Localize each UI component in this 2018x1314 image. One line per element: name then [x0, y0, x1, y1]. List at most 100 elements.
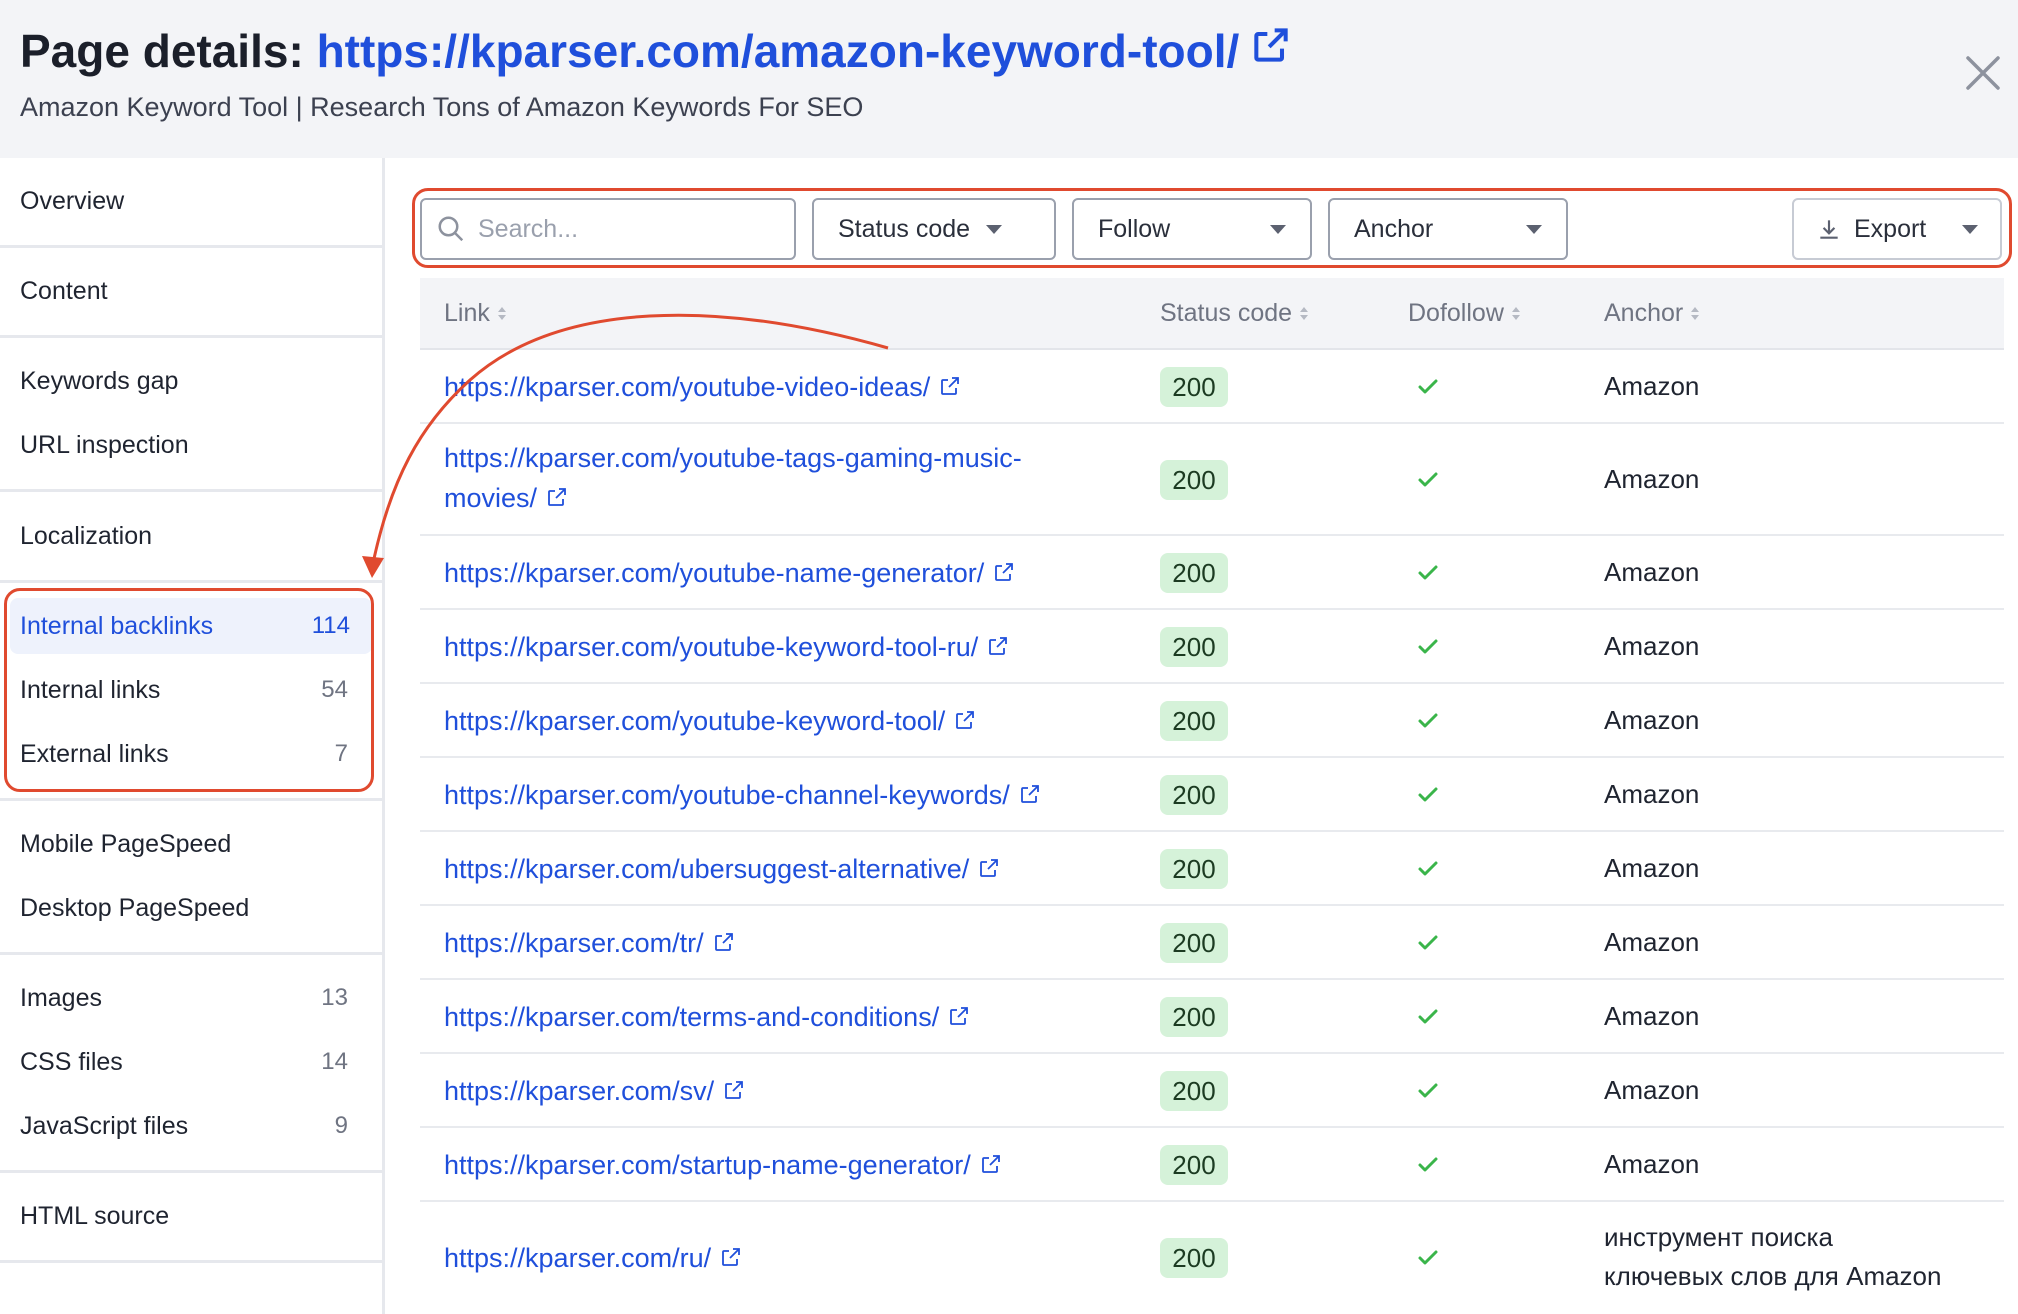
- row-link-text[interactable]: https://kparser.com/youtube-tags-gaming-…: [444, 443, 1022, 473]
- sidebar-item-javascript-files[interactable]: JavaScript files 9: [0, 1098, 382, 1154]
- anchor-text: Amazon: [1604, 705, 1700, 735]
- sidebar-item-localization[interactable]: Localization: [0, 508, 382, 564]
- sidebar-divider: [0, 489, 382, 492]
- sidebar-item-content[interactable]: Content: [0, 263, 382, 319]
- anchor-text: Amazon: [1604, 1075, 1700, 1105]
- row-link-text[interactable]: https://kparser.com/terms-and-conditions…: [444, 1002, 939, 1032]
- row-link-text[interactable]: https://kparser.com/youtube-name-generat…: [444, 558, 984, 588]
- sidebar-item-keywords-gap[interactable]: Keywords gap: [0, 353, 382, 409]
- external-link-icon[interactable]: [953, 703, 977, 743]
- row-link[interactable]: https://kparser.com/startup-name-generat…: [444, 1145, 1003, 1187]
- close-button[interactable]: [1962, 52, 2004, 94]
- table-row: https://kparser.com/startup-name-generat…: [420, 1128, 2004, 1202]
- sidebar-item-html-source[interactable]: HTML source: [0, 1188, 382, 1244]
- row-link-text[interactable]: https://kparser.com/youtube-keyword-tool…: [444, 632, 978, 662]
- sidebar-divider: [0, 245, 382, 248]
- table-row: https://kparser.com/youtube-channel-keyw…: [420, 758, 2004, 832]
- external-link-icon[interactable]: [719, 1240, 743, 1280]
- row-link-text[interactable]: https://kparser.com/ubersuggest-alternat…: [444, 854, 969, 884]
- sidebar-divider: [0, 335, 382, 338]
- sidebar-highlight-frame: [4, 588, 374, 792]
- row-link[interactable]: https://kparser.com/tr/: [444, 923, 736, 965]
- sidebar-item-label: URL inspection: [20, 430, 189, 459]
- row-link[interactable]: https://kparser.com/youtube-tags-gaming-…: [444, 438, 1022, 520]
- page-subtitle: Amazon Keyword Tool | Research Tons of A…: [20, 92, 864, 122]
- sidebar-divider: [0, 580, 382, 583]
- page-title-prefix: Page details:: [20, 25, 304, 77]
- status-badge: 200: [1160, 701, 1228, 741]
- anchor-text-line: ключевых слов для Amazon: [1604, 1261, 1942, 1291]
- row-link[interactable]: https://kparser.com/ubersuggest-alternat…: [444, 849, 1001, 891]
- external-link-icon[interactable]: [992, 555, 1016, 595]
- sidebar-item-desktop-pagespeed[interactable]: Desktop PageSpeed: [0, 880, 382, 936]
- check-icon: [1418, 639, 1438, 654]
- sidebar-item-label: Desktop PageSpeed: [20, 893, 250, 922]
- check-icon: [1418, 565, 1438, 580]
- row-link[interactable]: https://kparser.com/youtube-keyword-tool…: [444, 627, 1010, 669]
- status-badge: 200: [1160, 1238, 1228, 1278]
- close-icon[interactable]: [1962, 52, 2004, 94]
- status-badge: 200: [1160, 627, 1228, 667]
- row-link[interactable]: https://kparser.com/ru/: [444, 1238, 743, 1280]
- external-link-icon[interactable]: [947, 999, 971, 1039]
- external-link-icon[interactable]: [979, 1147, 1003, 1187]
- anchor-text-line: инструмент поиска: [1604, 1222, 1833, 1252]
- check-icon: [1418, 1250, 1438, 1265]
- page-title: Page details: https://kparser.com/amazon…: [20, 24, 1293, 78]
- check-icon: [1418, 713, 1438, 728]
- row-link-text[interactable]: https://kparser.com/startup-name-generat…: [444, 1150, 971, 1180]
- sidebar-item-label: CSS files: [20, 1047, 123, 1076]
- external-link-icon[interactable]: [712, 925, 736, 965]
- external-link-icon[interactable]: [722, 1073, 746, 1113]
- row-link[interactable]: https://kparser.com/youtube-video-ideas/: [444, 367, 962, 409]
- row-link-text[interactable]: movies/: [444, 483, 537, 513]
- sidebar-item-label: Localization: [20, 521, 153, 550]
- row-link[interactable]: https://kparser.com/youtube-name-generat…: [444, 553, 1016, 595]
- anchor-text: Amazon: [1604, 853, 1700, 883]
- sidebar-item-css-files[interactable]: CSS files 14: [0, 1034, 382, 1090]
- sidebar-item-count: 13: [321, 984, 348, 1011]
- column-header-link[interactable]: Link: [444, 278, 506, 348]
- column-header-dofollow[interactable]: Dofollow: [1408, 278, 1520, 348]
- external-link-icon[interactable]: [545, 480, 569, 520]
- status-badge: 200: [1160, 923, 1228, 963]
- row-link-text[interactable]: https://kparser.com/ru/: [444, 1243, 711, 1273]
- column-header-label: Link: [444, 298, 490, 327]
- sidebar-item-label: Keywords gap: [20, 366, 179, 395]
- table-row: https://kparser.com/terms-and-conditions…: [420, 980, 2004, 1054]
- sidebar-item-label: Content: [20, 276, 108, 305]
- column-header-status-code[interactable]: Status code: [1160, 278, 1309, 348]
- row-link-text[interactable]: https://kparser.com/youtube-channel-keyw…: [444, 780, 1010, 810]
- row-link[interactable]: https://kparser.com/youtube-channel-keyw…: [444, 775, 1042, 817]
- anchor-text: Amazon: [1604, 464, 1700, 494]
- external-link-icon[interactable]: [986, 629, 1010, 669]
- sidebar-item-url-inspection[interactable]: URL inspection: [0, 417, 382, 473]
- external-link-icon[interactable]: [1018, 777, 1042, 817]
- sidebar-item-mobile-pagespeed[interactable]: Mobile PageSpeed: [0, 816, 382, 872]
- sidebar-divider: [0, 798, 382, 801]
- sidebar-item-overview[interactable]: Overview: [0, 173, 382, 229]
- sidebar-divider: [0, 952, 382, 955]
- page-url-link[interactable]: https://kparser.com/amazon-keyword-tool/: [317, 25, 1240, 77]
- external-link-icon[interactable]: [977, 851, 1001, 891]
- check-icon: [1418, 861, 1438, 876]
- sidebar-item-label: JavaScript files: [20, 1111, 189, 1140]
- anchor-text: Amazon: [1604, 557, 1700, 587]
- anchor-text: инструмент поиска ключевых слов для Amazo…: [1604, 1218, 1941, 1296]
- sidebar-item-images[interactable]: Images 13: [0, 970, 382, 1026]
- check-icon: [1418, 472, 1438, 487]
- row-link-text[interactable]: https://kparser.com/youtube-keyword-tool…: [444, 706, 945, 736]
- row-link[interactable]: https://kparser.com/sv/: [444, 1071, 746, 1113]
- sidebar-item-label: HTML source: [20, 1201, 170, 1230]
- row-link[interactable]: https://kparser.com/terms-and-conditions…: [444, 997, 971, 1039]
- row-link[interactable]: https://kparser.com/youtube-keyword-tool…: [444, 701, 977, 743]
- column-header-anchor[interactable]: Anchor: [1604, 278, 1700, 348]
- external-link-icon[interactable]: [1249, 23, 1293, 78]
- row-link-text[interactable]: https://kparser.com/tr/: [444, 928, 704, 958]
- external-link-icon[interactable]: [938, 369, 962, 409]
- row-link-text[interactable]: https://kparser.com/youtube-video-ideas/: [444, 372, 930, 402]
- column-header-label: Anchor: [1604, 298, 1684, 327]
- table-row: https://kparser.com/youtube-keyword-tool…: [420, 684, 2004, 758]
- row-link-text[interactable]: https://kparser.com/sv/: [444, 1076, 714, 1106]
- check-icon: [1418, 787, 1438, 802]
